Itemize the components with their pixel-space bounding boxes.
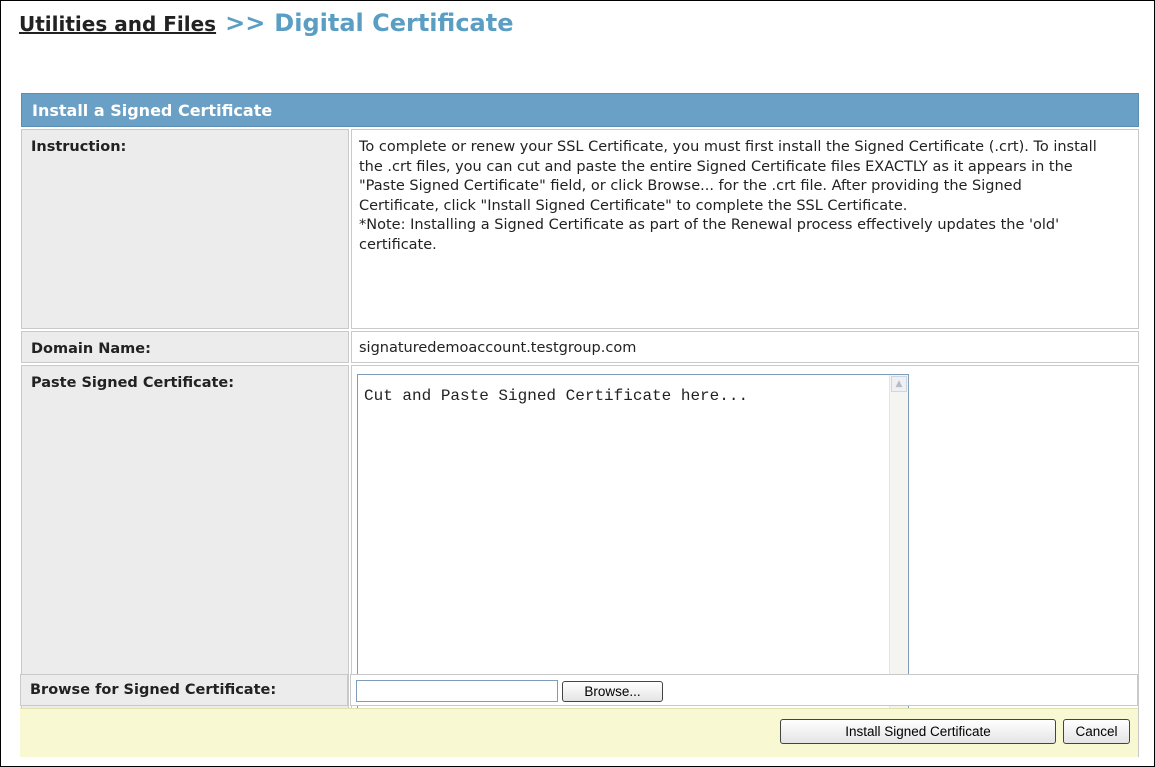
action-footer: Install Signed Certificate Cancel bbox=[20, 708, 1138, 757]
instruction-note: *Note: Installing a Signed Certificate a… bbox=[359, 217, 1060, 253]
domain-value: signaturedemoaccount.testgroup.com bbox=[351, 331, 1139, 363]
panel-title: Install a Signed Certificate bbox=[21, 93, 1139, 127]
certificate-textarea-placeholder: Cut and Paste Signed Certificate here... bbox=[364, 387, 749, 405]
domain-label: Domain Name: bbox=[21, 331, 349, 363]
certificate-file-input[interactable] bbox=[356, 680, 558, 702]
instruction-row: Instruction: To complete or renew your S… bbox=[21, 129, 1139, 329]
breadcrumb-utilities-link[interactable]: Utilities and Files bbox=[19, 12, 216, 36]
scroll-up-arrow-icon[interactable]: ▲ bbox=[891, 376, 907, 392]
breadcrumb: Utilities and Files >> Digital Certifica… bbox=[19, 9, 514, 49]
breadcrumb-separator: >> bbox=[225, 9, 266, 37]
domain-row: Domain Name: signaturedemoaccount.testgr… bbox=[21, 331, 1139, 363]
page-title: Digital Certificate bbox=[274, 9, 514, 37]
instruction-value: To complete or renew your SSL Certificat… bbox=[351, 129, 1139, 329]
install-certificate-panel: Install a Signed Certificate Instruction… bbox=[21, 93, 1139, 759]
page-frame: Utilities and Files >> Digital Certifica… bbox=[0, 0, 1155, 767]
browse-row: Browse for Signed Certificate: Browse... bbox=[20, 674, 1138, 706]
cancel-button[interactable]: Cancel bbox=[1063, 719, 1130, 744]
install-signed-certificate-button[interactable]: Install Signed Certificate bbox=[780, 719, 1056, 744]
browse-button[interactable]: Browse... bbox=[562, 681, 663, 702]
browse-label: Browse for Signed Certificate: bbox=[20, 674, 348, 706]
browse-value: Browse... bbox=[350, 674, 1138, 706]
instruction-text: To complete or renew your SSL Certificat… bbox=[359, 139, 1097, 214]
instruction-label: Instruction: bbox=[21, 129, 349, 329]
